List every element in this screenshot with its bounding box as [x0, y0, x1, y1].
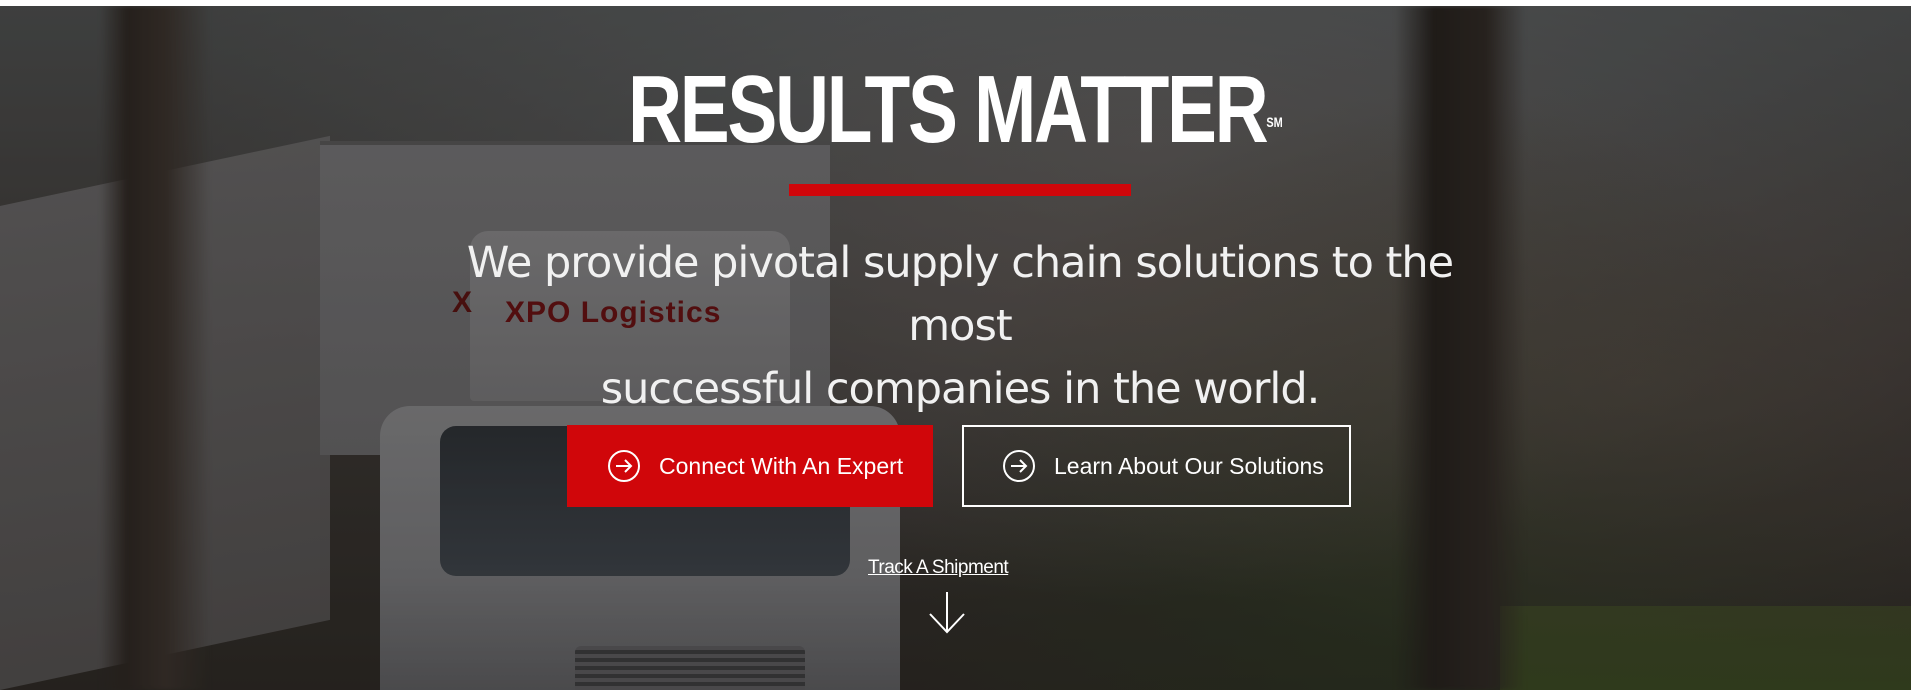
connect-with-expert-button[interactable]: Connect With An Expert [567, 425, 933, 507]
headline-text: RESULTS MATTER [628, 56, 1269, 163]
tagline-line-1: We provide pivotal supply chain solution… [466, 238, 1454, 351]
connect-with-expert-label: Connect With An Expert [659, 452, 904, 479]
arrow-down-icon[interactable] [926, 590, 968, 636]
circle-arrow-right-icon [1003, 450, 1035, 482]
track-shipment-link[interactable]: Track A Shipment [868, 557, 1009, 579]
learn-about-solutions-label: Learn About Our Solutions [1054, 452, 1324, 479]
headline-underline [789, 184, 1131, 196]
service-mark: SM [1266, 114, 1283, 130]
hero-headline: RESULTS MATTERSM [210, 60, 1701, 160]
hero-tagline: We provide pivotal supply chain solution… [420, 232, 1500, 421]
learn-about-solutions-button[interactable]: Learn About Our Solutions [962, 425, 1351, 507]
circle-arrow-right-icon [608, 450, 640, 482]
tagline-line-2: successful companies in the world. [600, 364, 1321, 414]
hero-section: X XPO Logistics RESULTS MATTERSM We prov… [0, 6, 1911, 690]
